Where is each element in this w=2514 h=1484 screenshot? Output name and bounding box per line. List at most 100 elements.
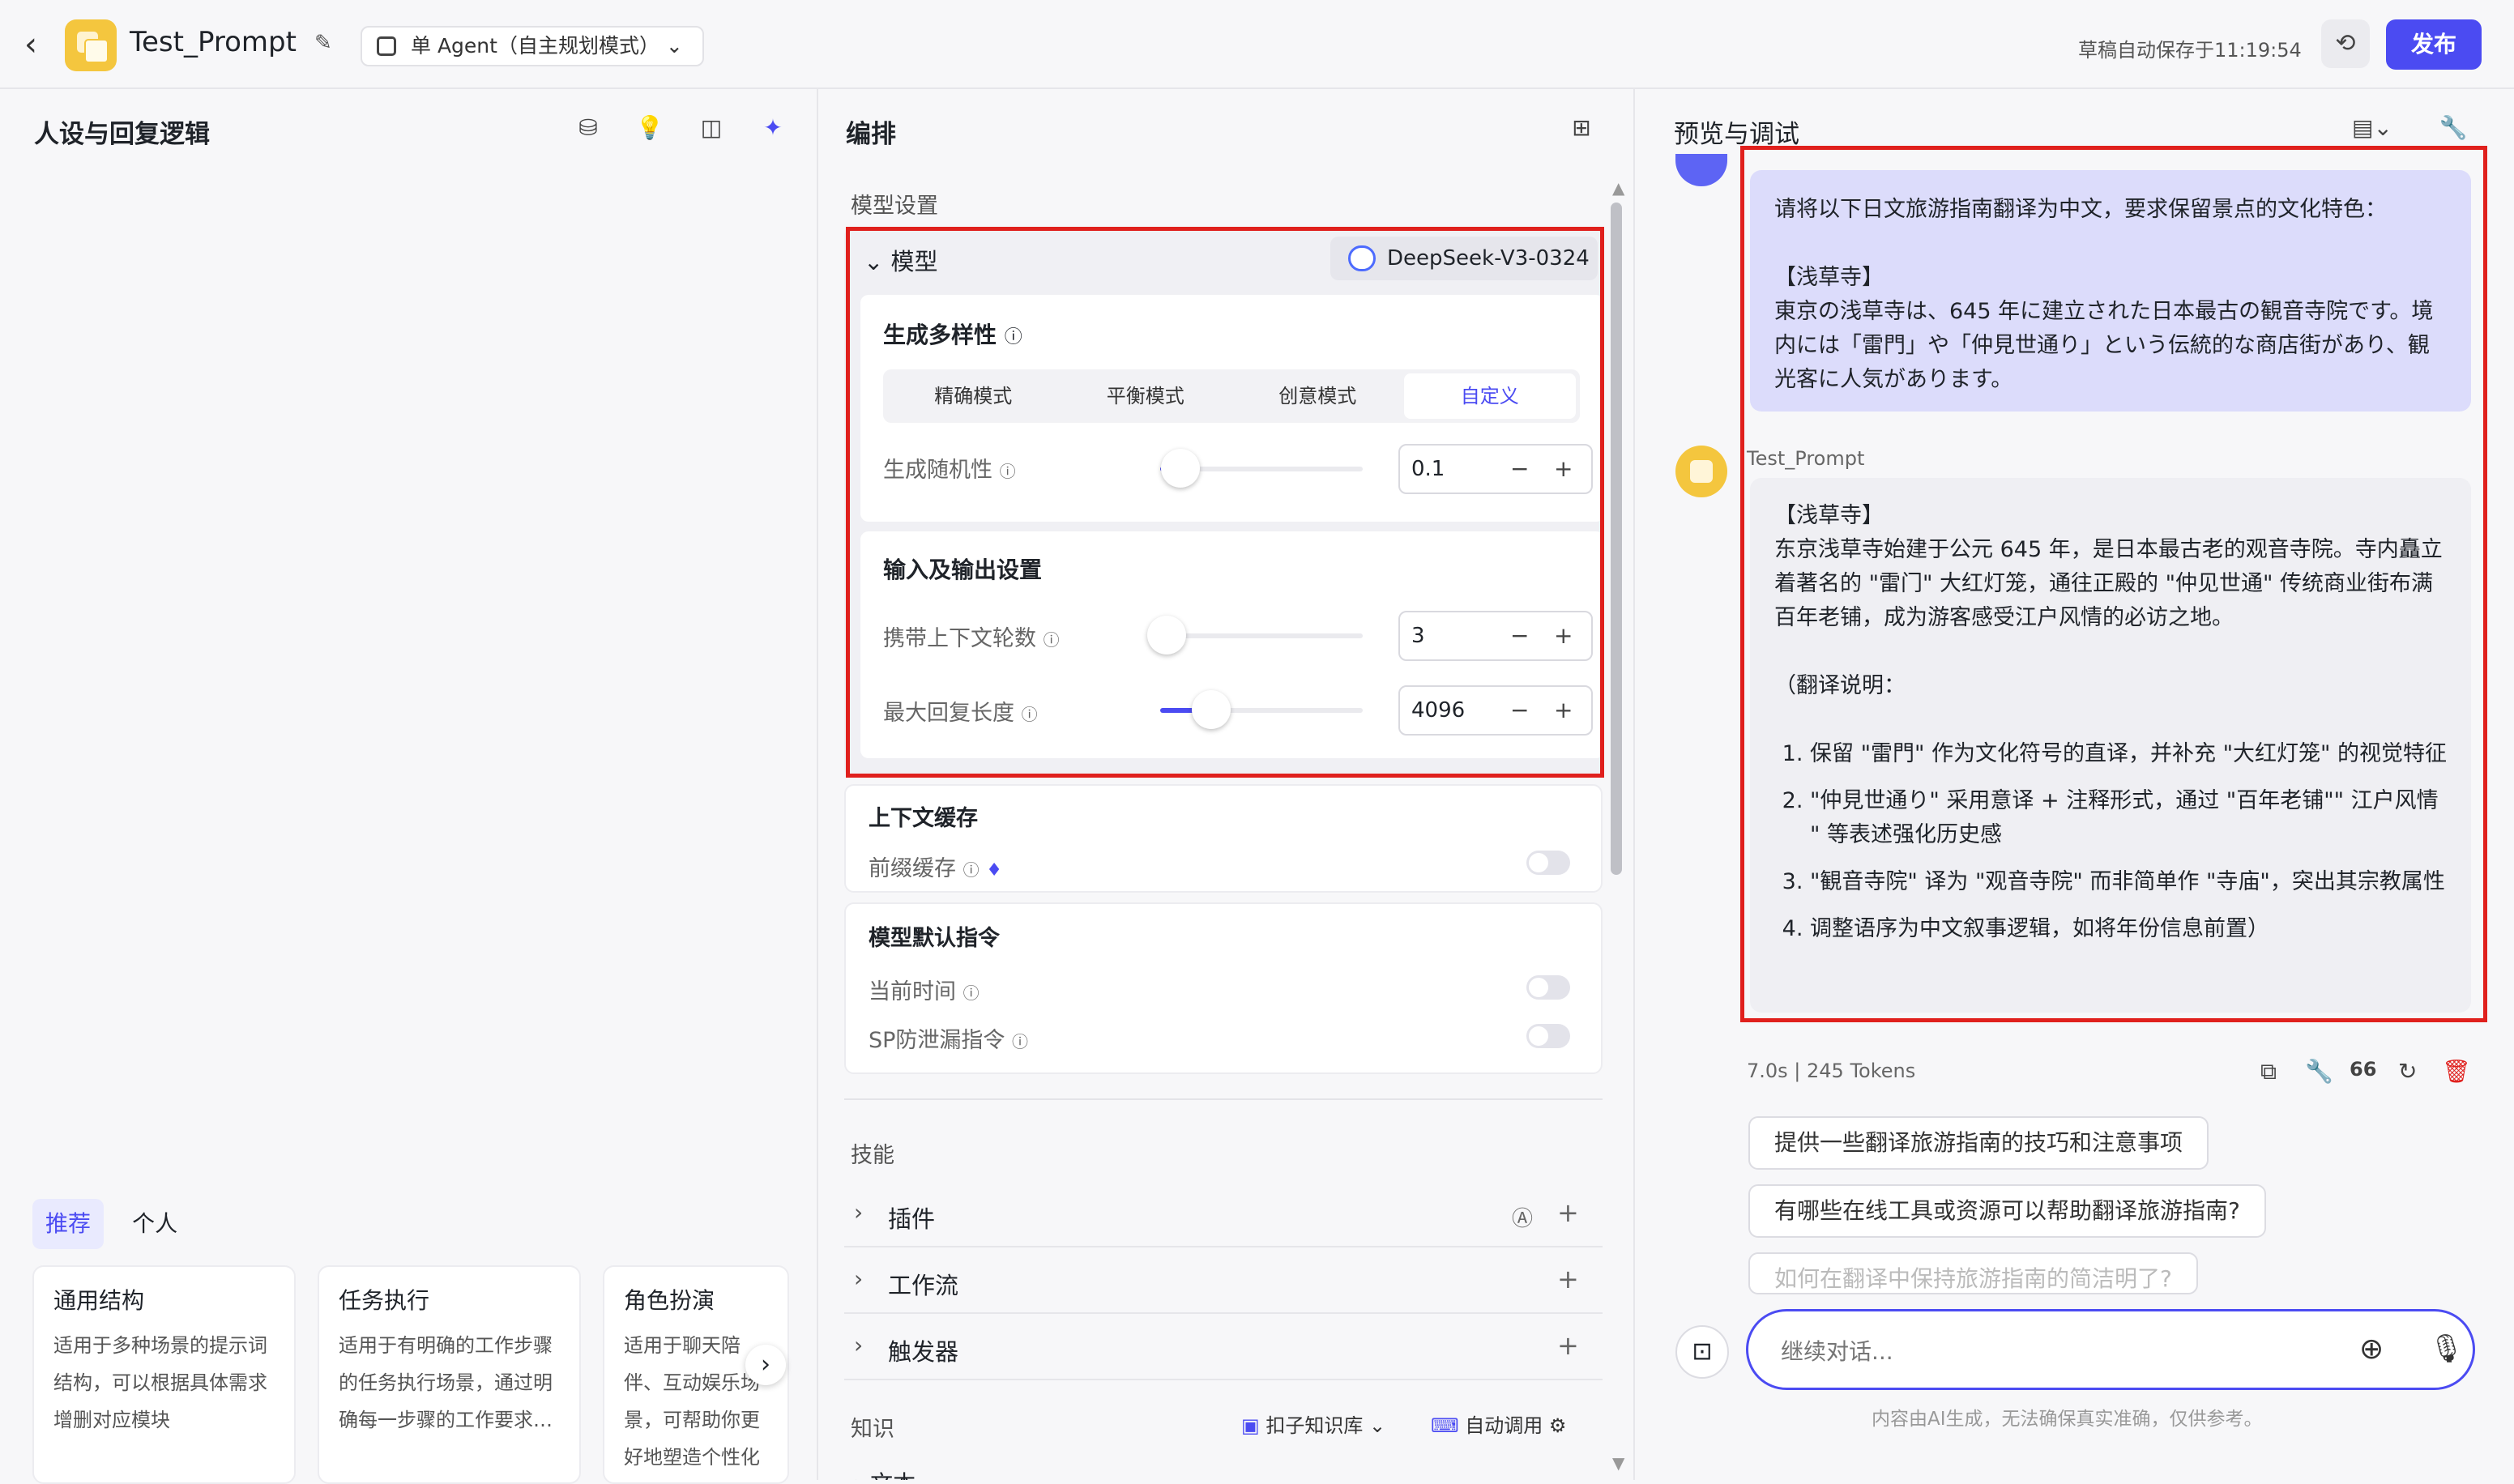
context-cache-card: 上下文缓存 前缀缓存 ⓘ ♦ bbox=[844, 784, 1603, 893]
highlight-box-model-settings bbox=[846, 227, 1604, 778]
suggestion-chip[interactable]: 有哪些在线工具或资源可以帮助翻译旅游指南? bbox=[1748, 1184, 2266, 1238]
current-time-label: 当前时间 ⓘ bbox=[869, 974, 980, 1005]
template-card-title: 角色扮演 bbox=[624, 1287, 715, 1314]
edit-icon[interactable]: ✎ bbox=[314, 31, 340, 57]
prefix-cache-label-text: 前缀缓存 bbox=[869, 856, 956, 881]
arrangement-panel-title: 编排 bbox=[846, 120, 896, 149]
skill-row-plugins[interactable]: › 插件 Ⓐ + bbox=[844, 1183, 1603, 1247]
ai-optimize-sparkle-icon[interactable]: ✦ bbox=[758, 113, 787, 143]
toolbox-icon[interactable]: ⊡ bbox=[1675, 1325, 1729, 1379]
debug-view-icon[interactable]: ▤⌄ bbox=[2348, 113, 2397, 143]
info-icon[interactable]: ⓘ bbox=[963, 860, 980, 880]
autosave-status: 草稿自动保存于11:19:54 bbox=[2078, 39, 2302, 62]
sp-leak-label-text: SP防泄漏指令 bbox=[869, 1028, 1005, 1053]
skill-row-trigger[interactable]: › 触发器 + bbox=[844, 1316, 1603, 1380]
top-bar: ‹ Test_Prompt ✎ 单 Agent（自主规划模式） ⌄ 草稿自动保存… bbox=[0, 0, 2514, 89]
app-icon bbox=[65, 19, 117, 71]
template-card-desc: 适用于有明确的工作步骤的任务执行场景，通过明确每一步骤的工作要求… bbox=[339, 1334, 553, 1431]
template-tabs: 推荐 个人 bbox=[32, 1199, 202, 1249]
current-time-label-text: 当前时间 bbox=[869, 979, 956, 1004]
publish-button[interactable]: 发布 bbox=[2386, 19, 2482, 70]
skill-label: 触发器 bbox=[888, 1338, 959, 1366]
sp-leak-label: SP防泄漏指令 ⓘ bbox=[869, 1022, 1028, 1054]
prompt-library-icon[interactable]: ⛁ bbox=[574, 113, 603, 143]
regenerate-icon[interactable]: ↻ bbox=[2398, 1058, 2417, 1085]
chat-input[interactable] bbox=[1781, 1331, 2283, 1371]
chevron-right-icon: › bbox=[854, 1332, 864, 1358]
agent-mode-icon bbox=[377, 36, 396, 56]
card-scroll-right-chevron-icon[interactable]: › bbox=[745, 1345, 786, 1385]
history-clock-icon[interactable]: ⟲ bbox=[2321, 19, 2370, 68]
wrench-icon[interactable]: 🔧 bbox=[2439, 113, 2468, 143]
highlight-box-conversation bbox=[1740, 146, 2487, 1022]
info-icon[interactable]: ⓘ bbox=[1012, 1032, 1028, 1051]
suggestion-chip[interactable]: 提供一些翻译旅游指南的技巧和注意事项 bbox=[1748, 1116, 2209, 1170]
diamond-premium-icon: ♦ bbox=[986, 860, 1002, 881]
template-card-title: 任务执行 bbox=[339, 1287, 430, 1314]
knowledge-text-label: 文本 bbox=[870, 1470, 916, 1480]
persona-panel: 人设与回复逻辑 ⛁ 💡 ◫ ✦ 推荐 个人 通用结构 适用于多种场景的提示词结构… bbox=[0, 89, 818, 1484]
model-settings-label: 模型设置 bbox=[851, 194, 938, 219]
layout-grid-icon[interactable]: ⊞ bbox=[1567, 113, 1596, 143]
compare-icon[interactable]: ◫ bbox=[697, 113, 726, 143]
copy-icon[interactable]: ⧉ bbox=[2260, 1058, 2277, 1085]
bot-avatar bbox=[1675, 446, 1727, 497]
prefix-cache-toggle[interactable] bbox=[1526, 851, 1570, 875]
chevron-right-icon: › bbox=[854, 1470, 870, 1480]
delete-trash-icon[interactable]: 🗑 bbox=[2442, 1058, 2471, 1085]
template-card[interactable]: 任务执行 适用于有明确的工作步骤的任务执行场景，通过明确每一步骤的工作要求… bbox=[318, 1265, 581, 1484]
knowledge-label: 知识 bbox=[851, 1417, 894, 1442]
context-cache-title: 上下文缓存 bbox=[869, 806, 978, 831]
agent-mode-label: 单 Agent（自主规划模式） bbox=[411, 34, 659, 58]
template-card[interactable]: 通用结构 适用于多种场景的提示词结构，可以根据具体需求增删对应模块 bbox=[32, 1265, 296, 1484]
response-meta: 7.0s | 245 Tokens bbox=[1747, 1060, 1916, 1082]
prefix-cache-label: 前缀缓存 ⓘ ♦ bbox=[869, 851, 1002, 882]
chevron-down-icon: ⌄ bbox=[665, 34, 683, 58]
knowledge-base-icon: ▣ bbox=[1241, 1414, 1260, 1437]
persona-panel-title: 人设与回复逻辑 bbox=[34, 120, 210, 149]
chevron-down-icon: ⌄ bbox=[1368, 1414, 1386, 1437]
current-time-toggle[interactable] bbox=[1526, 975, 1570, 1000]
auto-call-label: 自动调用 bbox=[1465, 1414, 1543, 1437]
chevron-right-icon: › bbox=[854, 1265, 864, 1292]
app-title: Test_Prompt bbox=[130, 26, 297, 58]
chat-input-box[interactable]: ⊕ 🎙 bbox=[1746, 1309, 2475, 1390]
info-icon[interactable]: ⓘ bbox=[963, 983, 980, 1003]
default-instructions-card: 模型默认指令 当前时间 ⓘ SP防泄漏指令 ⓘ bbox=[844, 902, 1603, 1074]
gear-icon[interactable]: ⚙ bbox=[1549, 1414, 1567, 1437]
suggestion-chip[interactable]: 如何在翻译中保持旅游指南的简洁明了? bbox=[1748, 1252, 2198, 1294]
add-plus-icon[interactable]: + bbox=[1557, 1264, 1579, 1294]
add-attachment-plus-icon[interactable]: ⊕ bbox=[2359, 1333, 2384, 1366]
add-plus-icon[interactable]: + bbox=[1557, 1330, 1579, 1361]
preview-panel-title: 预览与调试 bbox=[1674, 120, 1799, 149]
scrollbar[interactable] bbox=[1611, 203, 1622, 875]
response-time: 7.0s bbox=[1747, 1060, 1788, 1082]
wrench-icon[interactable]: 🔧 bbox=[2305, 1058, 2333, 1085]
response-tokens: 245 Tokens bbox=[1807, 1060, 1916, 1082]
default-instructions-title: 模型默认指令 bbox=[869, 926, 1000, 951]
auto-call-selector[interactable]: ⌨ 自动调用 ⚙ bbox=[1431, 1409, 1566, 1438]
knowledge-base-label: 扣子知识库 bbox=[1266, 1414, 1364, 1437]
skill-label: 工作流 bbox=[888, 1272, 959, 1299]
ai-disclaimer: 内容由AI生成，无法确保真实准确，仅供参考。 bbox=[1872, 1409, 2263, 1430]
tab-recommended[interactable]: 推荐 bbox=[32, 1199, 105, 1249]
scroll-down-icon[interactable]: ▼ bbox=[1612, 1453, 1624, 1473]
sp-leak-toggle[interactable] bbox=[1526, 1024, 1570, 1048]
back-chevron-left-icon[interactable]: ‹ bbox=[24, 24, 57, 65]
auto-mode-icon[interactable]: Ⓐ bbox=[1512, 1202, 1533, 1232]
template-card-desc: 适用于聊天陪伴、互动娱乐场景，可帮助你更好地塑造个性化的人物 bbox=[624, 1334, 760, 1469]
agent-mode-selector[interactable]: 单 Agent（自主规划模式） ⌄ bbox=[361, 26, 704, 66]
tab-personal[interactable]: 个人 bbox=[119, 1199, 190, 1249]
lightbulb-icon[interactable]: 💡 bbox=[635, 113, 664, 143]
template-card-title: 通用结构 bbox=[53, 1287, 145, 1314]
quote-icon[interactable]: 66 bbox=[2350, 1058, 2376, 1081]
scroll-up-icon[interactable]: ▲ bbox=[1612, 178, 1624, 198]
skill-label: 插件 bbox=[888, 1205, 936, 1233]
knowledge-text-row[interactable]: › 文本 bbox=[854, 1466, 916, 1480]
knowledge-base-selector[interactable]: ▣ 扣子知识库 ⌄ bbox=[1241, 1409, 1385, 1438]
arrangement-panel: 编排 ⊞ 模型设置 ⌄ 模型 DeepSeek-V3-0324 ⌄ 生成多样性 … bbox=[820, 89, 1635, 1480]
microphone-icon[interactable]: 🎙 bbox=[2429, 1333, 2464, 1365]
add-plus-icon[interactable]: + bbox=[1557, 1197, 1579, 1228]
divider bbox=[844, 1098, 1603, 1100]
skill-row-workflow[interactable]: › 工作流 + bbox=[844, 1249, 1603, 1314]
